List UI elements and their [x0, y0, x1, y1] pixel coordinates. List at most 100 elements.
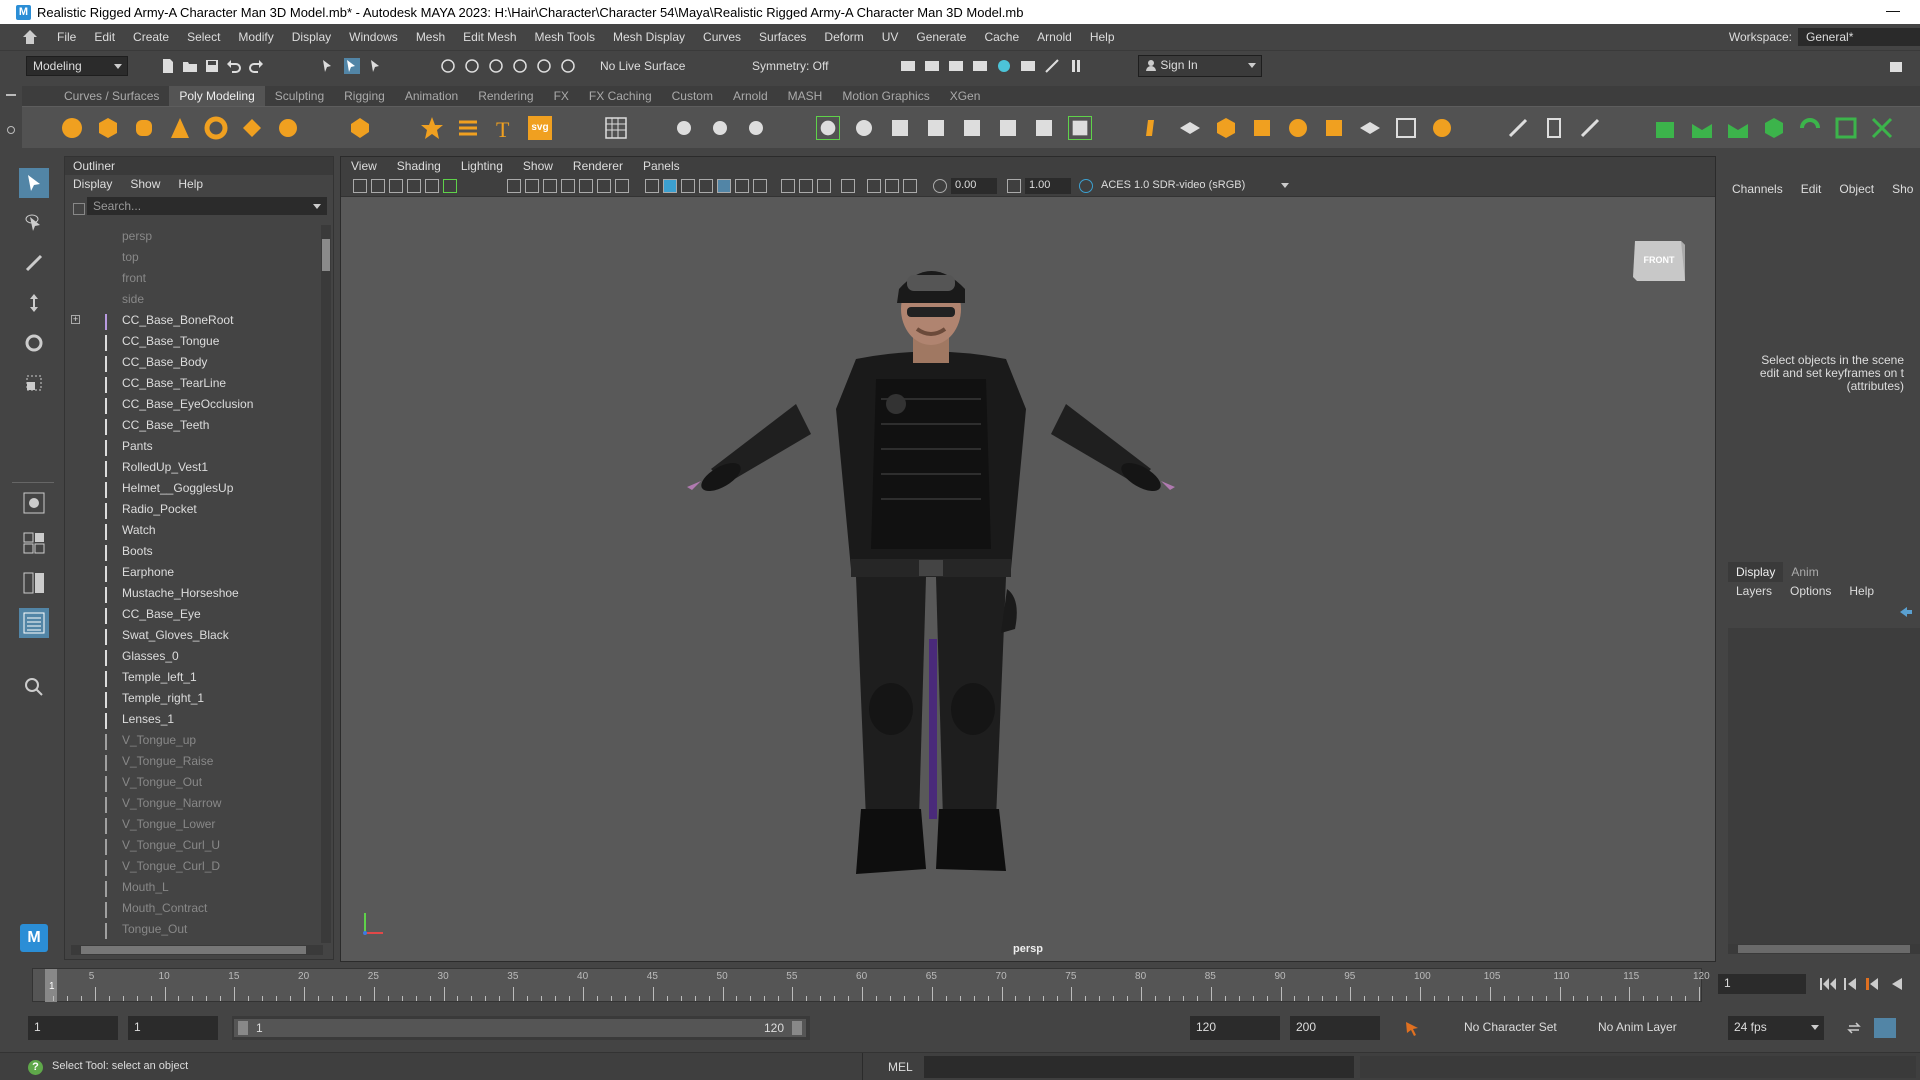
fill-hole-icon[interactable]: [996, 116, 1020, 140]
save-scene-icon[interactable]: [204, 58, 220, 74]
playback-start-field[interactable]: 1: [128, 1016, 218, 1040]
wireframe-on-shaded-icon[interactable]: [681, 179, 695, 193]
outliner-item[interactable]: Temple_left_1: [65, 666, 320, 687]
select-objects-icon[interactable]: [344, 58, 360, 74]
search-icon[interactable]: [19, 672, 49, 702]
outliner-item[interactable]: Lenses_1: [65, 708, 320, 729]
type-text-icon[interactable]: T: [492, 116, 516, 140]
ipr-render-icon[interactable]: [948, 58, 964, 74]
layer-tab[interactable]: Anim: [1783, 562, 1826, 582]
outliner-item[interactable]: V_Tongue_Narrow: [65, 792, 320, 813]
platonic-solid-icon[interactable]: [348, 116, 372, 140]
hypershade-icon[interactable]: [996, 58, 1012, 74]
render-view-icon[interactable]: [900, 58, 916, 74]
delete-history-icon[interactable]: [1798, 116, 1822, 140]
menu-item[interactable]: Mesh Tools: [526, 30, 604, 44]
menu-item[interactable]: Display: [283, 30, 340, 44]
move-tool-icon[interactable]: [19, 288, 49, 318]
range-end-grip[interactable]: [792, 1021, 802, 1035]
animation-end-field[interactable]: 200: [1290, 1016, 1380, 1040]
sign-in-button[interactable]: Sign In: [1138, 55, 1262, 77]
character-set-dropdown[interactable]: No Character Set: [1464, 1020, 1557, 1034]
channel-box-menu-item[interactable]: Channels: [1732, 182, 1783, 196]
play-backwards-icon[interactable]: [1890, 977, 1904, 991]
layer-horizontal-scrollbar[interactable]: [1728, 944, 1920, 954]
menu-item[interactable]: Mesh Display: [604, 30, 694, 44]
bridge-icon[interactable]: [924, 116, 948, 140]
menu-set-dropdown[interactable]: Modeling: [26, 56, 128, 76]
step-back-key-icon[interactable]: [1844, 977, 1858, 991]
multi-cut-icon[interactable]: [816, 116, 840, 140]
snap-view-plane-icon[interactable]: [512, 58, 528, 74]
outliner-item[interactable]: CC_Base_TearLine: [65, 372, 320, 393]
outliner-layout-icon[interactable]: [19, 608, 49, 638]
xray-components-icon[interactable]: [903, 179, 917, 193]
poly-cube-icon[interactable]: [96, 116, 120, 140]
svg-tool-icon[interactable]: svg: [528, 116, 552, 140]
layer-menu-item[interactable]: Layers: [1736, 584, 1772, 598]
outliner-item[interactable]: Swat_Gloves_Black: [65, 624, 320, 645]
screen-space-ao-icon[interactable]: [753, 179, 767, 193]
menu-item[interactable]: Deform: [815, 30, 872, 44]
poly-cone-icon[interactable]: [168, 116, 192, 140]
shelf-tab[interactable]: Sculpting: [265, 86, 334, 106]
menu-item[interactable]: File: [48, 30, 85, 44]
xray-icon[interactable]: [867, 179, 881, 193]
current-frame-field[interactable]: 1: [1718, 974, 1806, 994]
outliner-item[interactable]: persp: [65, 225, 320, 246]
shelf-tab[interactable]: FX Caching: [579, 86, 662, 106]
grease-pencil-icon[interactable]: [443, 179, 457, 193]
outliner-item[interactable]: V_Tongue_Raise: [65, 750, 320, 771]
checker-icon[interactable]: [1430, 116, 1454, 140]
sweep-mesh-icon[interactable]: [456, 116, 480, 140]
sculpt-tool-icon[interactable]: [1506, 116, 1530, 140]
use-all-lights-icon[interactable]: [717, 179, 731, 193]
command-input[interactable]: [924, 1056, 1354, 1078]
group-icon[interactable]: [1690, 116, 1714, 140]
poly-sphere-icon[interactable]: [60, 116, 84, 140]
outliner-search-input[interactable]: Search...: [87, 197, 327, 215]
range-slider-handle[interactable]: 1 120: [234, 1019, 806, 1037]
smooth-icon[interactable]: [708, 116, 732, 140]
auto-map-icon[interactable]: [1250, 116, 1274, 140]
outliner-item[interactable]: Tongue_Out: [65, 918, 320, 939]
settings-icon[interactable]: [1888, 58, 1904, 74]
symmetry-dropdown[interactable]: Symmetry: Off: [752, 59, 828, 73]
outliner-item[interactable]: V_Tongue_Curl_D: [65, 855, 320, 876]
shelf-tab[interactable]: Curves / Surfaces: [54, 86, 169, 106]
live-surface-label[interactable]: No Live Surface: [600, 59, 685, 73]
extrude-icon[interactable]: [852, 116, 876, 140]
camera-attributes-icon[interactable]: [371, 179, 385, 193]
snap-point-icon[interactable]: [488, 58, 504, 74]
camera-select-icon[interactable]: [353, 179, 367, 193]
menu-item[interactable]: Modify: [229, 30, 282, 44]
outliner-item[interactable]: Radio_Pocket: [65, 498, 320, 519]
viewport-canvas[interactable]: FRONT persp: [341, 197, 1715, 961]
outliner-item[interactable]: Mustache_Horseshoe: [65, 582, 320, 603]
expand-icon[interactable]: +: [71, 315, 80, 324]
poly-disc-icon[interactable]: [276, 116, 300, 140]
image-plane-icon[interactable]: [407, 179, 421, 193]
shelf-tab[interactable]: Rendering: [468, 86, 543, 106]
sphere-map-icon[interactable]: [1286, 116, 1310, 140]
uv-editor-icon[interactable]: [1142, 116, 1166, 140]
outliner-horizontal-scrollbar[interactable]: [71, 945, 323, 955]
poly-plane-icon[interactable]: [240, 116, 264, 140]
shelf-tab[interactable]: XGen: [940, 86, 991, 106]
menu-item[interactable]: Help: [1081, 30, 1124, 44]
triangulate-icon[interactable]: [744, 116, 768, 140]
script-language-toggle[interactable]: MEL: [888, 1060, 913, 1074]
open-scene-icon[interactable]: [182, 58, 198, 74]
outliner-item[interactable]: Mouth_L: [65, 876, 320, 897]
viewport-menu-item[interactable]: Shading: [397, 159, 441, 173]
gamma-icon[interactable]: [1007, 179, 1021, 193]
poly-torus-icon[interactable]: [204, 116, 228, 140]
menu-item[interactable]: Select: [178, 30, 229, 44]
shadows-icon[interactable]: [735, 179, 749, 193]
redo-icon[interactable]: [248, 58, 264, 74]
rotate-tool-icon[interactable]: [19, 328, 49, 358]
resolution-gate-icon[interactable]: [543, 179, 557, 193]
outliner-item[interactable]: + CC_Base_BoneRoot: [65, 309, 320, 330]
outliner-item[interactable]: Glasses_0: [65, 645, 320, 666]
scrollbar-thumb[interactable]: [1738, 945, 1910, 953]
